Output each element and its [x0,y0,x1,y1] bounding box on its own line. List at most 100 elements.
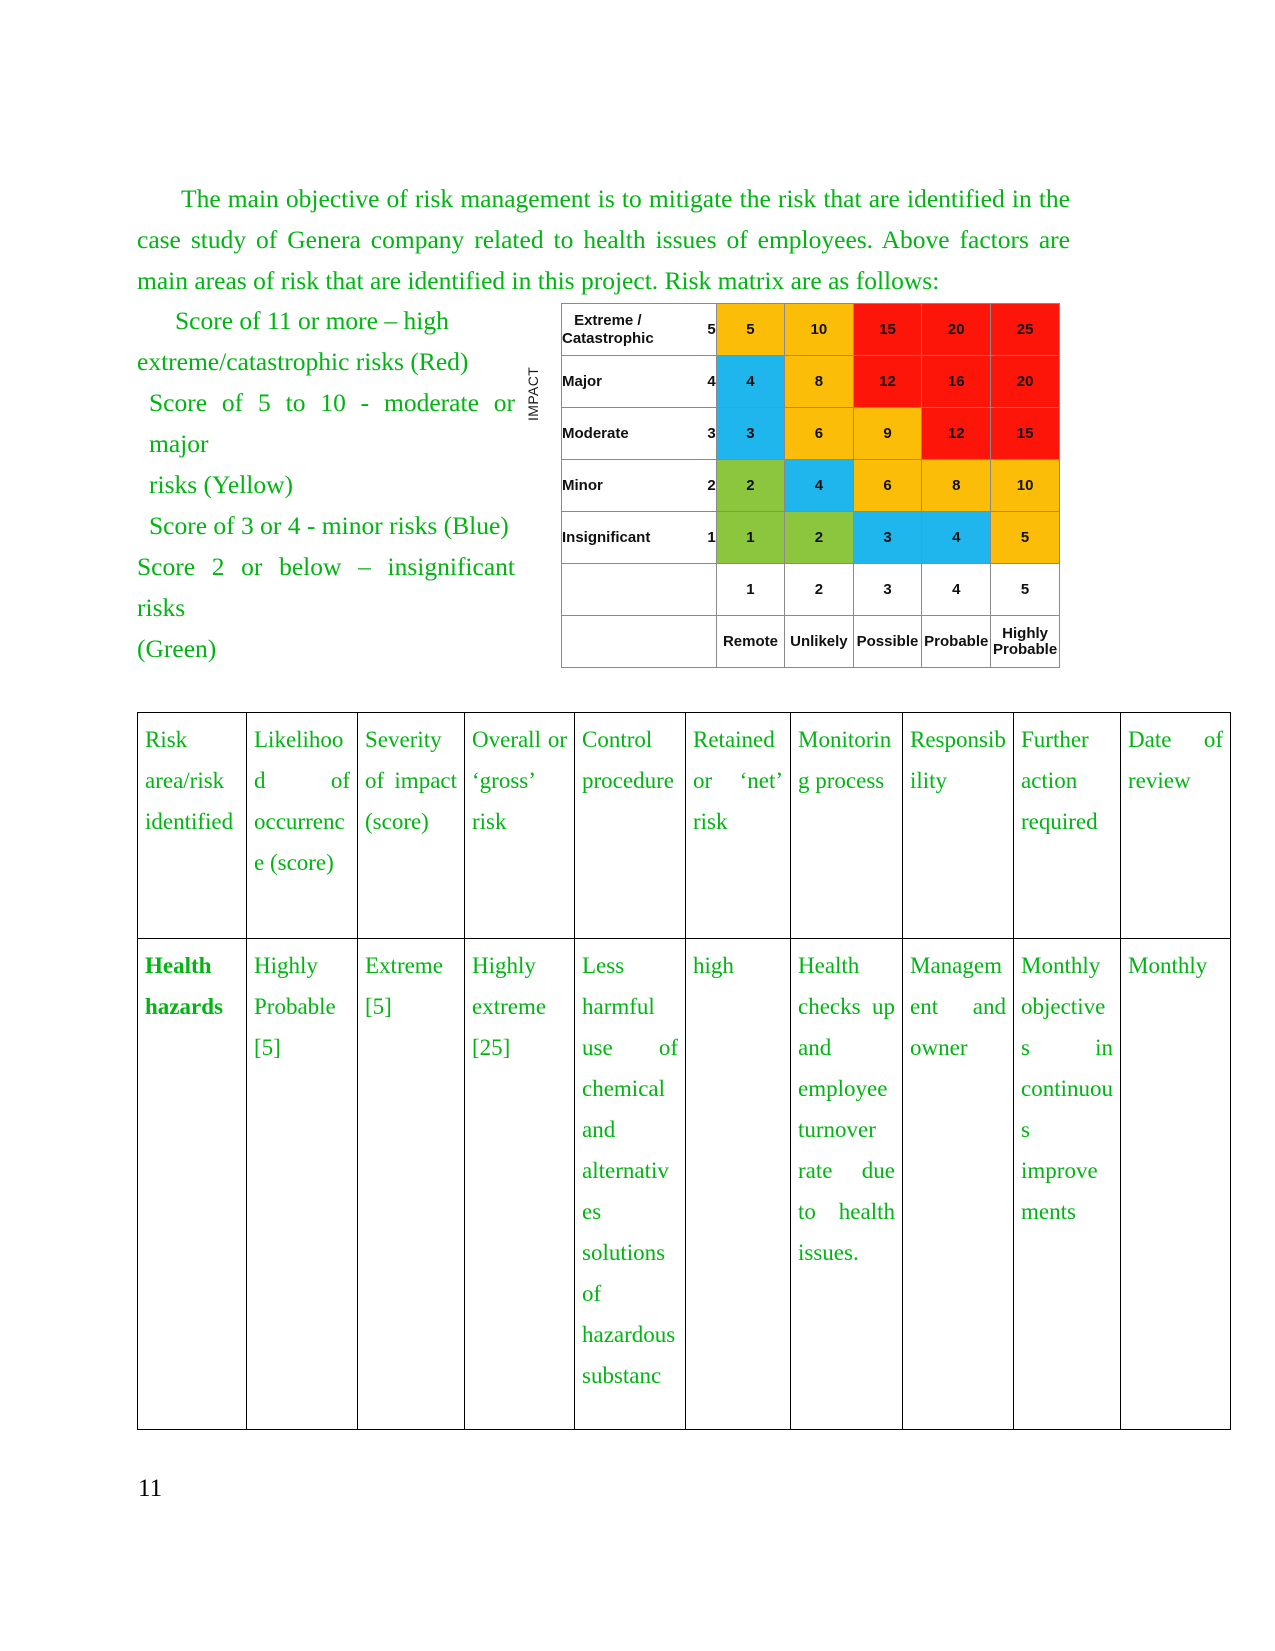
score-legend-line-4-text: risks (Yellow) [149,470,294,499]
matrix-collabel-possible: Possible [852,615,923,668]
page-number: 11 [138,1475,163,1502]
matrix-cell-4-5: 20 [990,355,1060,408]
matrix-collabel-probable: Probable [921,615,992,668]
risk-cell-severity: Extreme [5] [357,938,465,1430]
matrix-cell-3-2: 6 [784,407,854,460]
score-legend-line-1-text: Score of 11 or more – high [175,306,449,335]
risk-matrix-chart: IMPACT Extreme / Catastrophic 5 5 10 15 … [525,303,1060,673]
risk-cell-responsibility: Management and owner [902,938,1014,1430]
matrix-cell-5-3: 15 [852,303,923,356]
matrix-rowhead-minor-score: 2 [707,476,716,494]
matrix-colnum-5: 5 [990,563,1060,616]
matrix-cell-5-1: 5 [715,303,786,356]
matrix-collabel-remote: Remote [715,615,786,668]
matrix-cell-4-4: 16 [921,355,992,408]
risk-table-header-monitoring: Monitoring process [790,712,903,939]
matrix-cell-4-2: 8 [784,355,854,408]
risk-cell-control: Less harmful use of chemical and alterna… [574,938,686,1430]
score-legend-line-7-text: (Green) [137,634,217,663]
matrix-cell-1-4: 4 [921,511,992,564]
risk-cell-monitoring: Health checks up and employee turnover r… [790,938,903,1430]
matrix-rowhead-moderate: Moderate 3 [561,407,717,460]
score-legend-line-2-text: extreme/catastrophic risks (Red) [137,347,469,376]
matrix-collabel-highly-probable: Highly Probable [990,615,1060,668]
matrix-cell-1-5: 5 [990,511,1060,564]
matrix-rowhead-major-label: Major [562,372,603,390]
matrix-corner-blank [561,563,717,616]
score-legend-line-6-text: Score 2 or below – insignificant risks [137,552,515,622]
matrix-likelihood-label-row: Remote Unlikely Possible Probable Highly… [561,615,1060,668]
matrix-rowhead-extreme-label: Extreme / Catastrophic [562,311,654,347]
score-legend-line-2: extreme/catastrophic risks (Red) [137,341,515,382]
risk-table-header-further-action: Further action required [1013,712,1121,939]
score-legend-line-6: Score 2 or below – insignificant risks [137,546,515,628]
risk-cell-date-review: Monthly [1120,938,1231,1430]
matrix-collabel-unlikely: Unlikely [784,615,854,668]
impact-axis-label: IMPACT [525,366,541,421]
risk-table-header-control: Control procedure [574,712,686,939]
matrix-row-extreme: Extreme / Catastrophic 5 5 10 15 20 25 [561,303,1060,356]
matrix-cell-1-3: 3 [852,511,923,564]
score-legend-line-1: Score of 11 or more – high [137,300,515,341]
matrix-cell-5-5: 25 [990,303,1060,356]
score-legend-line-5-text: Score of 3 or 4 - minor risks (Blue) [149,511,509,540]
risk-table-header-retained: Retained or ‘net’ risk [685,712,791,939]
matrix-rowhead-minor: Minor 2 [561,459,717,512]
risk-cell-retained: high [685,938,791,1430]
matrix-cell-2-1: 2 [715,459,786,512]
score-legend-line-7: (Green) [137,628,515,669]
table-row: Health hazards Highly Probable [5] Extre… [137,938,1231,1430]
matrix-cell-4-3: 12 [852,355,923,408]
matrix-likelihood-number-row: 1 2 3 4 5 [561,563,1060,616]
matrix-rowhead-minor-label: Minor [562,476,603,494]
matrix-cell-1-1: 1 [715,511,786,564]
risk-table-header-severity: Severity of impact (score) [357,712,465,939]
matrix-rowhead-insignificant: Insignificant 1 [561,511,717,564]
matrix-colnum-3: 3 [852,563,923,616]
matrix-cell-3-3: 9 [852,407,923,460]
matrix-cell-2-2: 4 [784,459,854,512]
matrix-rowhead-moderate-score: 3 [707,424,716,442]
matrix-cell-1-2: 2 [784,511,854,564]
score-legend-line-4: risks (Yellow) [137,464,515,505]
matrix-colnum-2: 2 [784,563,854,616]
risk-matrix-table: Extreme / Catastrophic 5 5 10 15 20 25 M… [561,303,1060,668]
matrix-colnum-1: 1 [715,563,786,616]
matrix-rowhead-insignificant-score: 1 [707,528,716,546]
matrix-cell-2-3: 6 [852,459,923,512]
risk-table-header-likelihood: Likelihood of occurrence (score) [246,712,358,939]
matrix-rowhead-moderate-label: Moderate [562,424,629,442]
intro-paragraph: The main objective of risk management is… [137,178,1070,301]
score-legend-line-3-text: Score of 5 to 10 - moderate or major [149,388,515,458]
score-legend-line-5: Score of 3 or 4 - minor risks (Blue) [137,505,515,546]
risk-cell-further-action: Monthly objectives in continuous improve… [1013,938,1121,1430]
matrix-rowhead-major: Major 4 [561,355,717,408]
risk-table-header-responsibility: Responsibility [902,712,1014,939]
risk-cell-overall: Highly extreme [25] [464,938,575,1430]
matrix-rowhead-insignificant-label: Insignificant [562,528,651,546]
matrix-row-major: Major 4 4 8 12 16 20 [561,355,1060,408]
intro-paragraph-text: The main objective of risk management is… [137,184,1070,295]
matrix-cell-3-1: 3 [715,407,786,460]
risk-register-table: Risk area/risk identified Likelihood of … [137,712,1231,1430]
score-legend-line-3: Score of 5 to 10 - moderate or major [137,382,515,464]
risk-table-header-row: Risk area/risk identified Likelihood of … [137,712,1231,939]
matrix-rowhead-major-score: 4 [707,372,716,390]
matrix-row-minor: Minor 2 2 4 6 8 10 [561,459,1060,512]
matrix-cell-5-2: 10 [784,303,854,356]
matrix-row-moderate: Moderate 3 3 6 9 12 15 [561,407,1060,460]
risk-table-header-date-review: Date of review [1120,712,1231,939]
matrix-row-insignificant: Insignificant 1 1 2 3 4 5 [561,511,1060,564]
matrix-cell-3-4: 12 [921,407,992,460]
matrix-cell-2-5: 10 [990,459,1060,512]
document-page: The main objective of risk management is… [0,0,1275,1651]
risk-cell-risk-area: Health hazards [137,938,247,1430]
matrix-rowhead-extreme: Extreme / Catastrophic 5 [561,303,717,356]
matrix-cell-2-4: 8 [921,459,992,512]
score-legend: Score of 11 or more – high extreme/catas… [137,300,515,669]
matrix-cell-5-4: 20 [921,303,992,356]
risk-table-header-overall: Overall or ‘gross’ risk [464,712,575,939]
matrix-rowhead-extreme-score: 5 [707,320,716,338]
risk-cell-likelihood: Highly Probable [5] [246,938,358,1430]
risk-table-header-risk-area: Risk area/risk identified [137,712,247,939]
